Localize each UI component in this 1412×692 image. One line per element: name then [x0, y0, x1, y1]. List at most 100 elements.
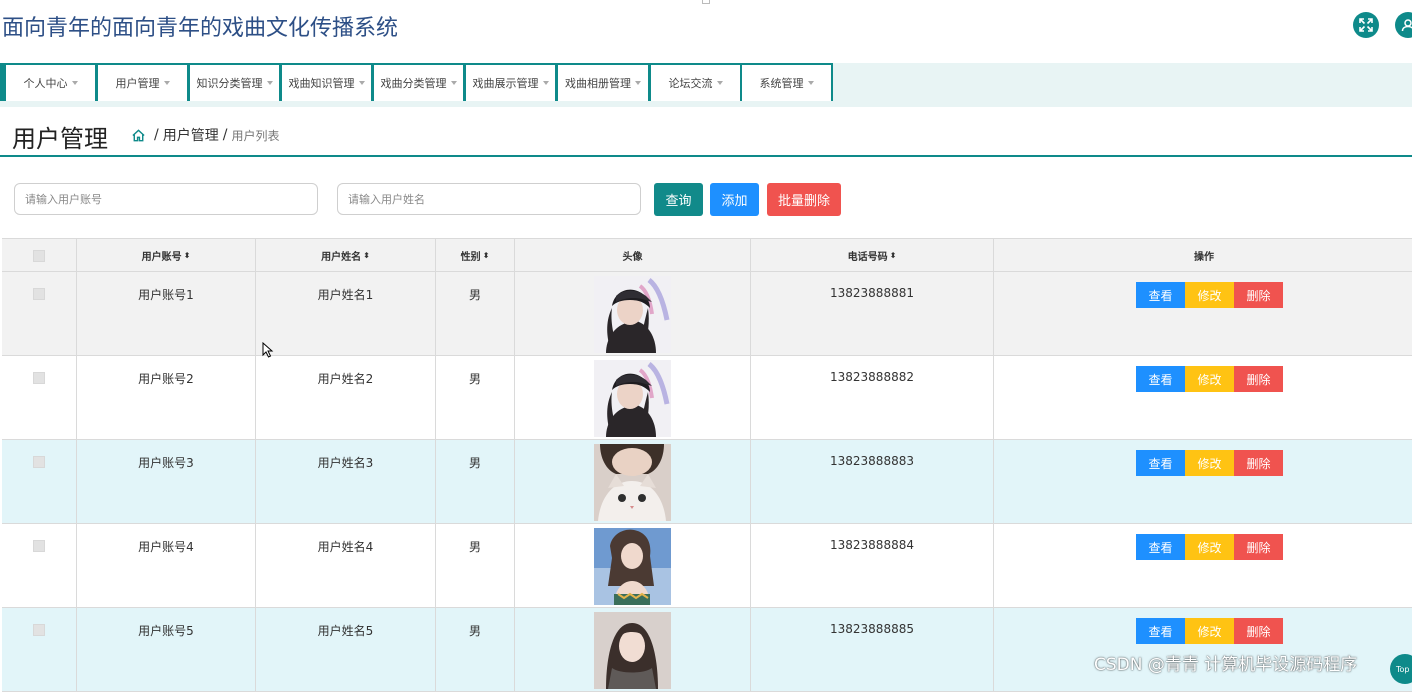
view-button[interactable]: 查看	[1136, 366, 1185, 392]
name-cell: 用户姓名5	[256, 608, 436, 692]
page-title: 用户管理	[12, 125, 108, 153]
row-actions: 查看 修改 删除	[1136, 450, 1283, 476]
sort-icon[interactable]: ⬍	[363, 251, 370, 260]
edit-button[interactable]: 修改	[1185, 618, 1234, 644]
select-all-checkbox[interactable]	[33, 249, 45, 262]
nav-item-system-management[interactable]: 系统管理	[742, 65, 831, 101]
view-button[interactable]: 查看	[1136, 534, 1185, 560]
query-button[interactable]: 查询	[654, 183, 703, 216]
table-row[interactable]: 用户账号1 用户姓名1 男 13823888881 查看 修改 删除	[2, 272, 1412, 356]
row-select-cell	[2, 440, 77, 524]
actions-cell: 查看 修改 删除	[994, 440, 1412, 524]
batch-delete-button[interactable]: 批量删除	[767, 183, 841, 216]
row-checkbox[interactable]	[33, 288, 45, 300]
row-checkbox[interactable]	[33, 540, 45, 552]
header-select-all[interactable]	[2, 239, 77, 272]
phone-cell: 13823888882	[751, 356, 994, 440]
avatar	[594, 360, 671, 437]
avatar-cell	[515, 608, 751, 692]
home-icon[interactable]	[131, 128, 146, 143]
fullscreen-button[interactable]	[1353, 12, 1379, 38]
breadcrumb-separator: /	[154, 127, 159, 143]
avatar-cell	[515, 524, 751, 608]
avatar	[594, 444, 671, 521]
row-checkbox[interactable]	[33, 372, 45, 384]
avatar	[594, 528, 671, 605]
nav-item-label: 戏曲展示管理	[472, 77, 539, 90]
delete-button[interactable]: 删除	[1234, 282, 1283, 308]
header-name-label: 用户姓名	[321, 252, 362, 263]
delete-button[interactable]: 删除	[1234, 618, 1283, 644]
header-phone-label: 电话号码	[847, 252, 888, 263]
table-row[interactable]: 用户账号3 用户姓名3 男 13823888883 查看 修改 删除	[2, 440, 1412, 524]
header-name[interactable]: 用户姓名 ⬍	[256, 239, 436, 272]
header-phone[interactable]: 电话号码 ⬍	[751, 239, 994, 272]
header-avatar-label: 头像	[622, 252, 643, 263]
avatar	[594, 276, 671, 353]
view-button[interactable]: 查看	[1136, 450, 1185, 476]
nav-item-label: 戏曲知识管理	[288, 77, 355, 90]
row-checkbox[interactable]	[33, 456, 45, 468]
main-nav: 个人中心 用户管理 知识分类管理 戏曲知识管理 戏曲分类管理 戏曲展示管理 戏曲…	[0, 63, 1412, 101]
nav-item-label: 知识分类管理	[196, 77, 263, 90]
delete-button[interactable]: 删除	[1234, 534, 1283, 560]
row-checkbox[interactable]	[33, 624, 45, 636]
name-search-input[interactable]	[337, 183, 641, 215]
back-to-top-button[interactable]: Top	[1390, 654, 1412, 684]
header-gender-label: 性别	[460, 252, 481, 263]
breadcrumb-section[interactable]: 用户管理	[163, 125, 219, 145]
app-title: 面向青年的面向青年的戏曲文化传播系统	[2, 16, 399, 41]
edit-button[interactable]: 修改	[1185, 534, 1234, 560]
user-menu-button[interactable]	[1395, 12, 1412, 38]
avatar	[594, 612, 671, 689]
view-button[interactable]: 查看	[1136, 618, 1185, 644]
sort-icon[interactable]: ⬍	[890, 251, 897, 260]
row-actions: 查看 修改 删除	[1136, 282, 1283, 308]
table-header: 用户账号 ⬍ 用户姓名 ⬍ 性别 ⬍ 头像 电话号码 ⬍ 操作	[2, 238, 1412, 272]
edit-button[interactable]: 修改	[1185, 450, 1234, 476]
table-row[interactable]: 用户账号2 用户姓名2 男 13823888882 查看 修改 删除	[2, 356, 1412, 440]
delete-button[interactable]: 删除	[1234, 366, 1283, 392]
header-actions-label: 操作	[1194, 252, 1214, 263]
name-cell: 用户姓名1	[256, 272, 436, 356]
nav-item-knowledge-category[interactable]: 知识分类管理	[190, 65, 279, 101]
sort-icon[interactable]: ⬍	[184, 251, 191, 260]
header-account-label: 用户账号	[141, 252, 182, 263]
nav-item-label: 个人中心	[23, 77, 68, 90]
view-button[interactable]: 查看	[1136, 282, 1185, 308]
nav-item-label: 戏曲分类管理	[380, 77, 447, 90]
table-row[interactable]: 用户账号4 用户姓名4 男 13823888884 查看 修改 删除	[2, 524, 1412, 608]
caret-down-icon	[635, 81, 641, 85]
breadcrumb-current: 用户列表	[231, 128, 280, 143]
user-icon	[1401, 19, 1412, 32]
account-search-input[interactable]	[14, 183, 318, 215]
nav-item-user-management[interactable]: 用户管理	[98, 65, 187, 101]
caret-down-icon	[71, 81, 78, 85]
caret-down-icon	[358, 81, 365, 85]
nav-item-opera-knowledge[interactable]: 戏曲知识管理	[282, 65, 371, 101]
phone-cell: 13823888883	[751, 440, 994, 524]
edit-button[interactable]: 修改	[1185, 366, 1234, 392]
nav-item-opera-category[interactable]: 戏曲分类管理	[374, 65, 463, 101]
gender-cell: 男	[436, 440, 515, 524]
delete-button[interactable]: 删除	[1234, 450, 1283, 476]
phone-cell: 13823888885	[751, 608, 994, 692]
nav-item-label: 论坛交流	[668, 77, 713, 90]
nav-item-personal-center[interactable]: 个人中心	[6, 65, 95, 101]
nav-item-opera-showcase[interactable]: 戏曲展示管理	[466, 65, 555, 101]
header-gender[interactable]: 性别 ⬍	[436, 239, 515, 272]
edit-button[interactable]: 修改	[1185, 282, 1234, 308]
watermark: CSDN @青青 计算机毕设源码程序	[1094, 655, 1358, 675]
header-account[interactable]: 用户账号 ⬍	[77, 239, 256, 272]
nav-item-opera-album[interactable]: 戏曲相册管理	[558, 65, 648, 101]
sort-icon[interactable]: ⬍	[483, 251, 490, 260]
avatar-cell	[515, 272, 751, 356]
row-actions: 查看 修改 删除	[1136, 618, 1283, 644]
top-resize-marker	[702, 0, 710, 4]
phone-cell: 13823888884	[751, 524, 994, 608]
nav-item-label: 用户管理	[115, 77, 160, 90]
row-select-cell	[2, 524, 77, 608]
nav-item-forum[interactable]: 论坛交流	[651, 65, 740, 101]
caret-down-icon	[450, 81, 457, 85]
add-button[interactable]: 添加	[710, 183, 759, 216]
